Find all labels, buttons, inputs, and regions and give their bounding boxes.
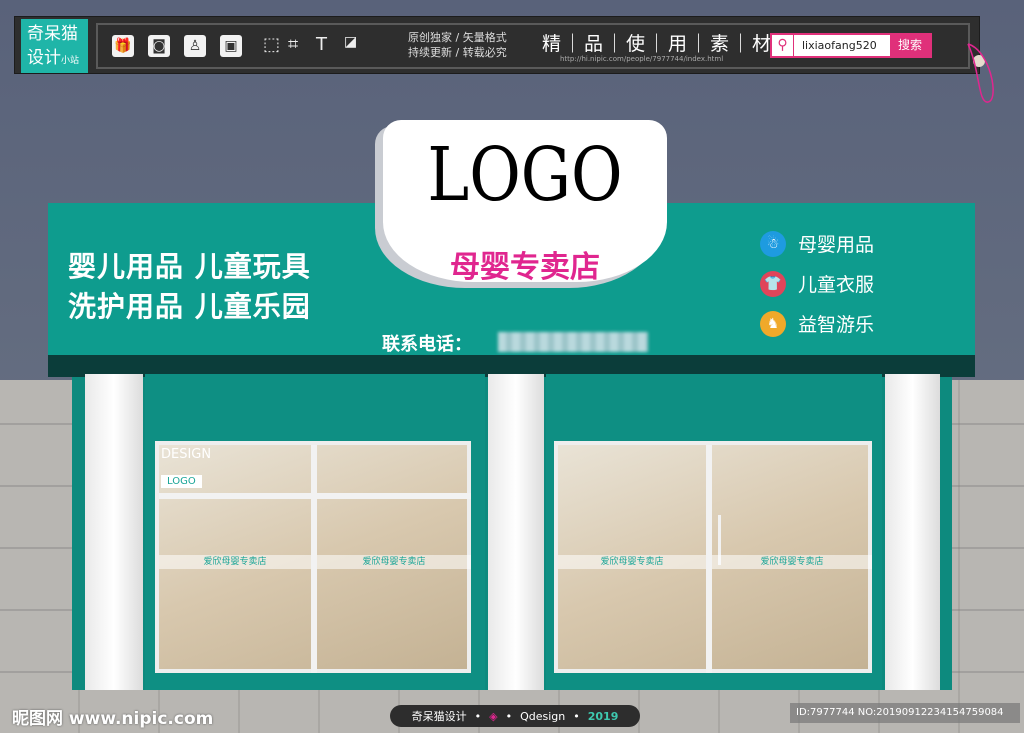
feature-item: ☃ 母婴用品 (760, 230, 874, 257)
window-band: 爱欣母婴专卖店 (159, 555, 311, 569)
search-icon: ⚲ (772, 35, 794, 56)
inner-logo: LOGO (161, 475, 202, 488)
feature-label: 母婴用品 (798, 234, 875, 256)
dress-icon[interactable]: ♙ (184, 35, 206, 57)
brand-sub: 小站 (61, 56, 80, 66)
dot: • (505, 709, 513, 723)
designer-brand: Qdesign (520, 709, 566, 723)
rocking-horse-icon: ♞ (760, 310, 786, 337)
headline: 精｜品｜使｜用｜素｜材 (542, 33, 774, 55)
mullion (159, 493, 471, 499)
year: 2019 (587, 709, 619, 723)
feature-item: ♞ 益智游乐 (760, 310, 874, 337)
image-id: ID:7977744 NO:20190912234154759084 (790, 703, 1020, 723)
right-window-door: 爱欣母婴专卖店 爱欣母婴专卖店 (554, 441, 872, 673)
tag-string (967, 43, 994, 103)
slogan-2: 洗护用品 儿童乐园 (68, 290, 311, 323)
feature-label: 益智游乐 (798, 314, 875, 336)
cat-logo-icon: ◈ (489, 709, 498, 723)
backpack-icon[interactable]: ▣ (220, 35, 242, 57)
search-box: ⚲ lixiaofang520 搜索 (770, 33, 932, 58)
url-text: http://hi.nipic.com/people/7977744/index… (560, 55, 724, 63)
pillar (885, 374, 940, 690)
slogan-line-1: 原创独家 / 矢量格式 (408, 31, 507, 44)
window-band: 爱欣母婴专卖店 (317, 555, 471, 569)
designer-pill: 奇呆猫设计 • ◈ • Qdesign • 2019 (390, 705, 640, 727)
left-window: DESIGN LOGO 爱欣母婴专卖店 爱欣母婴专卖店 (155, 441, 471, 673)
shirt-icon: 👕 (760, 270, 786, 297)
text-icon[interactable]: T (316, 34, 327, 55)
watermark-site: 昵图网 www.nipic.com (12, 709, 214, 729)
crop-icon[interactable]: ⌗ (288, 34, 298, 55)
dot: • (573, 709, 580, 723)
design-text: DESIGN (161, 447, 212, 462)
gift-icon[interactable]: 🎁 (112, 35, 134, 57)
designer-name: 奇呆猫设计 (411, 710, 467, 723)
select-icon[interactable]: ⬚ (263, 34, 280, 55)
phone-label: 联系电话： (382, 334, 472, 355)
slogan-1: 婴儿用品 儿童玩具 (68, 250, 311, 283)
phone-number-blurred (498, 332, 648, 352)
brand-logo: 奇呆猫设计小站 (21, 19, 88, 73)
logo-badge: LOGO 母婴专卖店 (383, 120, 667, 285)
shop-name: 母婴专卖店 (450, 250, 600, 285)
camera-icon[interactable]: ◙ (148, 35, 170, 57)
window-band: 爱欣母婴专卖店 (558, 555, 706, 569)
window-band: 爱欣母婴专卖店 (712, 555, 872, 569)
search-button[interactable]: 搜索 (890, 35, 930, 56)
pillar (85, 374, 143, 690)
top-banner: 奇呆猫设计小站 🎁 ◙ ♙ ▣ ⬚ ⌗ T ◪ 原创独家 / 矢量格式 持续更新… (14, 16, 985, 74)
feature-item: 👕 儿童衣服 (760, 270, 874, 297)
feature-label: 儿童衣服 (798, 274, 875, 296)
dot: • (474, 709, 482, 723)
logo-text: LOGO (427, 132, 623, 218)
corner-icon[interactable]: ◪ (344, 34, 357, 50)
baby-icon: ☃ (760, 230, 786, 257)
feature-list: ☃ 母婴用品 👕 儿童衣服 ♞ 益智游乐 (760, 230, 874, 337)
banner-frame: 🎁 ◙ ♙ ▣ ⬚ ⌗ T ◪ 原创独家 / 矢量格式 持续更新 / 转载必究 … (96, 23, 970, 69)
pillar (488, 374, 544, 690)
slogan-line-2: 持续更新 / 转载必究 (408, 46, 507, 59)
search-input[interactable]: lixiaofang520 (794, 35, 890, 56)
